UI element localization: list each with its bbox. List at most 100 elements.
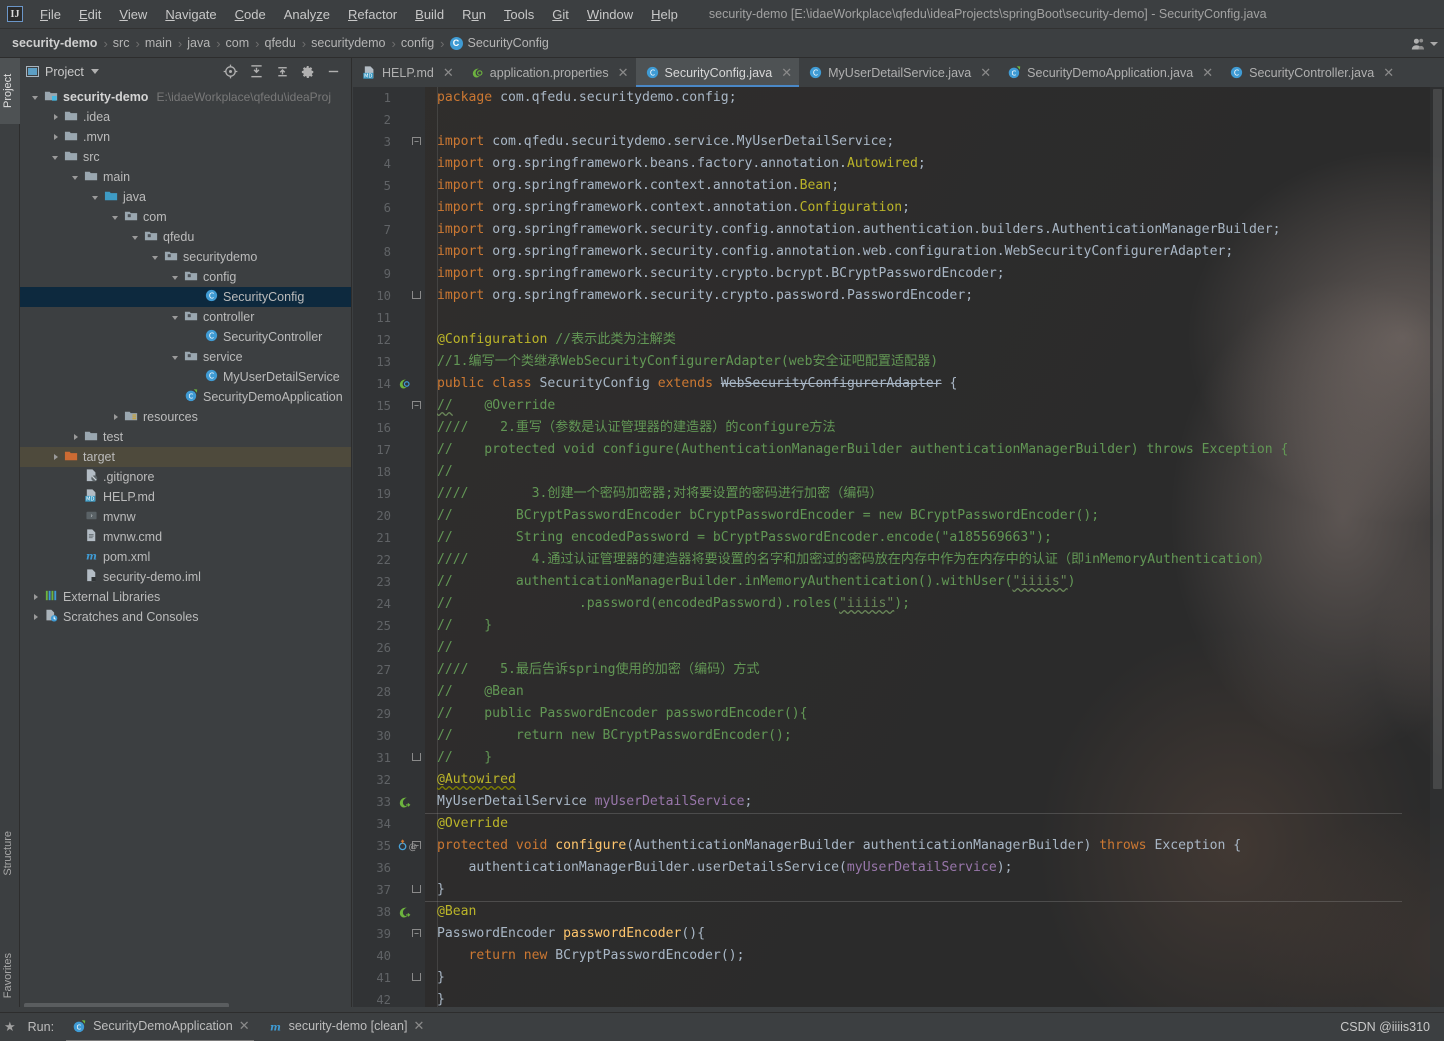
chevron-down-icon[interactable]	[130, 231, 143, 244]
editor-tab-application-properties[interactable]: application.properties ✕	[461, 58, 636, 87]
code-line-31[interactable]: 31 // }	[353, 747, 1444, 769]
menu-help[interactable]: Help	[642, 3, 687, 26]
close-icon[interactable]: ✕	[618, 66, 629, 79]
gutter-markers[interactable]	[393, 703, 425, 725]
gutter-markers[interactable]	[393, 109, 425, 131]
tree-node-resources[interactable]: resources	[20, 407, 351, 427]
close-icon[interactable]: ✕	[239, 1018, 250, 1034]
code-line-42[interactable]: 42}	[353, 989, 1444, 1007]
expand-all-icon[interactable]	[249, 64, 264, 79]
close-icon[interactable]: ✕	[781, 66, 792, 79]
menu-tools[interactable]: Tools	[495, 3, 543, 26]
close-icon[interactable]: ✕	[1383, 66, 1394, 79]
gutter-markers[interactable]	[393, 219, 425, 241]
code-line-3[interactable]: 3 − import com.qfedu.securitydemo.service.…	[353, 131, 1444, 153]
breadcrumb-item-com[interactable]: com	[222, 34, 255, 52]
chevron-right-icon[interactable]	[50, 451, 63, 464]
tree-node-controller[interactable]: controller	[20, 307, 351, 327]
gutter-markers[interactable]: − @	[393, 835, 425, 857]
code-line-39[interactable]: 39 − PasswordEncoder passwordEncoder(){	[353, 923, 1444, 945]
tree-node-securitycontroller[interactable]: C SecurityController	[20, 327, 351, 347]
run-tab-securitydemoapplication[interactable]: C SecurityDemoApplication ✕	[66, 1018, 254, 1041]
gutter-markers[interactable]	[393, 945, 425, 967]
tree-node-test[interactable]: test	[20, 427, 351, 447]
breadcrumb-item-security-demo[interactable]: security-demo	[8, 34, 102, 52]
gutter-markers[interactable]	[393, 857, 425, 879]
gutter-markers[interactable]	[393, 351, 425, 373]
collapse-all-icon[interactable]	[275, 64, 290, 79]
code-fold-top-icon[interactable]: −	[412, 929, 421, 938]
breadcrumb-item-main[interactable]: main	[141, 34, 177, 52]
code-fold-top-icon[interactable]: −	[412, 137, 421, 146]
gutter-markers[interactable]	[393, 373, 425, 395]
code-line-38[interactable]: 38 @Bean	[353, 901, 1444, 923]
favorites-star-icon[interactable]: ★	[4, 1019, 16, 1035]
code-line-19[interactable]: 19 //// 3.创建一个密码加密器;对将要设置的密码进行加密（编码）	[353, 483, 1444, 505]
gutter-markers[interactable]	[393, 593, 425, 615]
gutter-markers[interactable]	[393, 615, 425, 637]
gutter-markers[interactable]	[393, 967, 425, 989]
gutter-markers[interactable]	[393, 241, 425, 263]
chevron-right-icon[interactable]	[30, 611, 43, 624]
tree-node-external-libraries[interactable]: External Libraries	[20, 587, 351, 607]
editor-tab-bar[interactable]: MD HELP.md ✕ application.properties ✕ C Securi…	[353, 58, 1444, 87]
gutter-markers[interactable]	[393, 307, 425, 329]
tree-node-service[interactable]: service	[20, 347, 351, 367]
tree-node-src[interactable]: src	[20, 147, 351, 167]
code-fold-top-icon[interactable]: −	[412, 401, 421, 410]
tree-node-myuserdetailservice[interactable]: C MyUserDetailService	[20, 367, 351, 387]
gear-icon[interactable]	[301, 65, 315, 79]
tree-node-scratches-and-consoles[interactable]: Scratches and Consoles	[20, 607, 351, 627]
tree-node-target[interactable]: target	[20, 447, 351, 467]
chevron-down-icon[interactable]	[50, 151, 63, 164]
editor-tab-securitydemoapplication-java[interactable]: C SecurityDemoApplication.java ✕	[998, 58, 1220, 87]
code-line-13[interactable]: 13 //1.编写一个类继承WebSecurityConfigurerAdapte…	[353, 351, 1444, 373]
code-line-16[interactable]: 16 //// 2.重写（参数是认证管理器的建造器）的configure方法	[353, 417, 1444, 439]
gutter-markers[interactable]	[393, 549, 425, 571]
menu-code[interactable]: Code	[226, 3, 275, 26]
editor-tab-securitycontroller-java[interactable]: C SecurityController.java ✕	[1220, 58, 1401, 87]
tool-tab-structure[interactable]: Structure	[0, 826, 20, 881]
chevron-right-icon[interactable]	[110, 411, 123, 424]
tree-node-pom-xml[interactable]: m pom.xml	[20, 547, 351, 567]
menu-run[interactable]: Run	[453, 3, 495, 26]
gutter-markers[interactable]: −	[393, 131, 425, 153]
tree-node-mvnw-cmd[interactable]: mvnw.cmd	[20, 527, 351, 547]
breadcrumb-item-config[interactable]: config	[397, 34, 439, 52]
tree-node-securityconfig[interactable]: C SecurityConfig	[20, 287, 351, 307]
gutter-markers[interactable]	[393, 901, 425, 923]
close-icon[interactable]: ✕	[980, 66, 991, 79]
gutter-markers[interactable]	[393, 747, 425, 769]
override-method-gutter-icon[interactable]: @	[397, 838, 417, 854]
breadcrumb-item-src[interactable]: src	[109, 34, 135, 52]
code-line-5[interactable]: 5 import org.springframework.context.anno…	[353, 175, 1444, 197]
code-line-7[interactable]: 7 import org.springframework.security.con…	[353, 219, 1444, 241]
code-line-26[interactable]: 26 //	[353, 637, 1444, 659]
tree-node-security-demo-iml[interactable]: security-demo.iml	[20, 567, 351, 587]
code-line-33[interactable]: 33 MyUserDetailService myUserDetailServic…	[353, 791, 1444, 813]
chevron-right-icon[interactable]	[30, 591, 43, 604]
editor-tab-securityconfig-java[interactable]: C SecurityConfig.java ✕	[635, 58, 800, 87]
gutter-markers[interactable]	[393, 791, 425, 813]
menu-build[interactable]: Build	[406, 3, 453, 26]
breadcrumb-item-qfedu[interactable]: qfedu	[261, 34, 301, 52]
project-tree[interactable]: security-demo E:\idaeWorkplace\qfedu\idea…	[20, 85, 351, 1011]
code-line-15[interactable]: 15 − // @Override	[353, 395, 1444, 417]
code-line-23[interactable]: 23 // authenticationManagerBuilder.inMemo…	[353, 571, 1444, 593]
code-fold-bot-icon[interactable]	[412, 973, 421, 981]
code-line-29[interactable]: 29 // public PasswordEncoder passwordEnco…	[353, 703, 1444, 725]
code-line-37[interactable]: 37}	[353, 879, 1444, 901]
code-fold-bot-icon[interactable]	[412, 885, 421, 893]
gutter-markers[interactable]	[393, 659, 425, 681]
tree-node-com[interactable]: com	[20, 207, 351, 227]
close-icon[interactable]: ✕	[1202, 66, 1213, 79]
breadcrumb-item-securitydemo[interactable]: securitydemo	[307, 34, 390, 52]
code-line-2[interactable]: 2	[353, 109, 1444, 131]
code-line-21[interactable]: 21 // String encodedPassword = bCryptPass…	[353, 527, 1444, 549]
gutter-markers[interactable]	[393, 879, 425, 901]
code-line-20[interactable]: 20 // BCryptPasswordEncoder bCryptPasswor…	[353, 505, 1444, 527]
menu-window[interactable]: Window	[578, 3, 642, 26]
gutter-markers[interactable]	[393, 769, 425, 791]
source-code-text[interactable]: 1 package com.qfedu.securitydemo.config; 2…	[353, 87, 1444, 1007]
vertical-scrollbar-thumb[interactable]	[1433, 89, 1442, 789]
